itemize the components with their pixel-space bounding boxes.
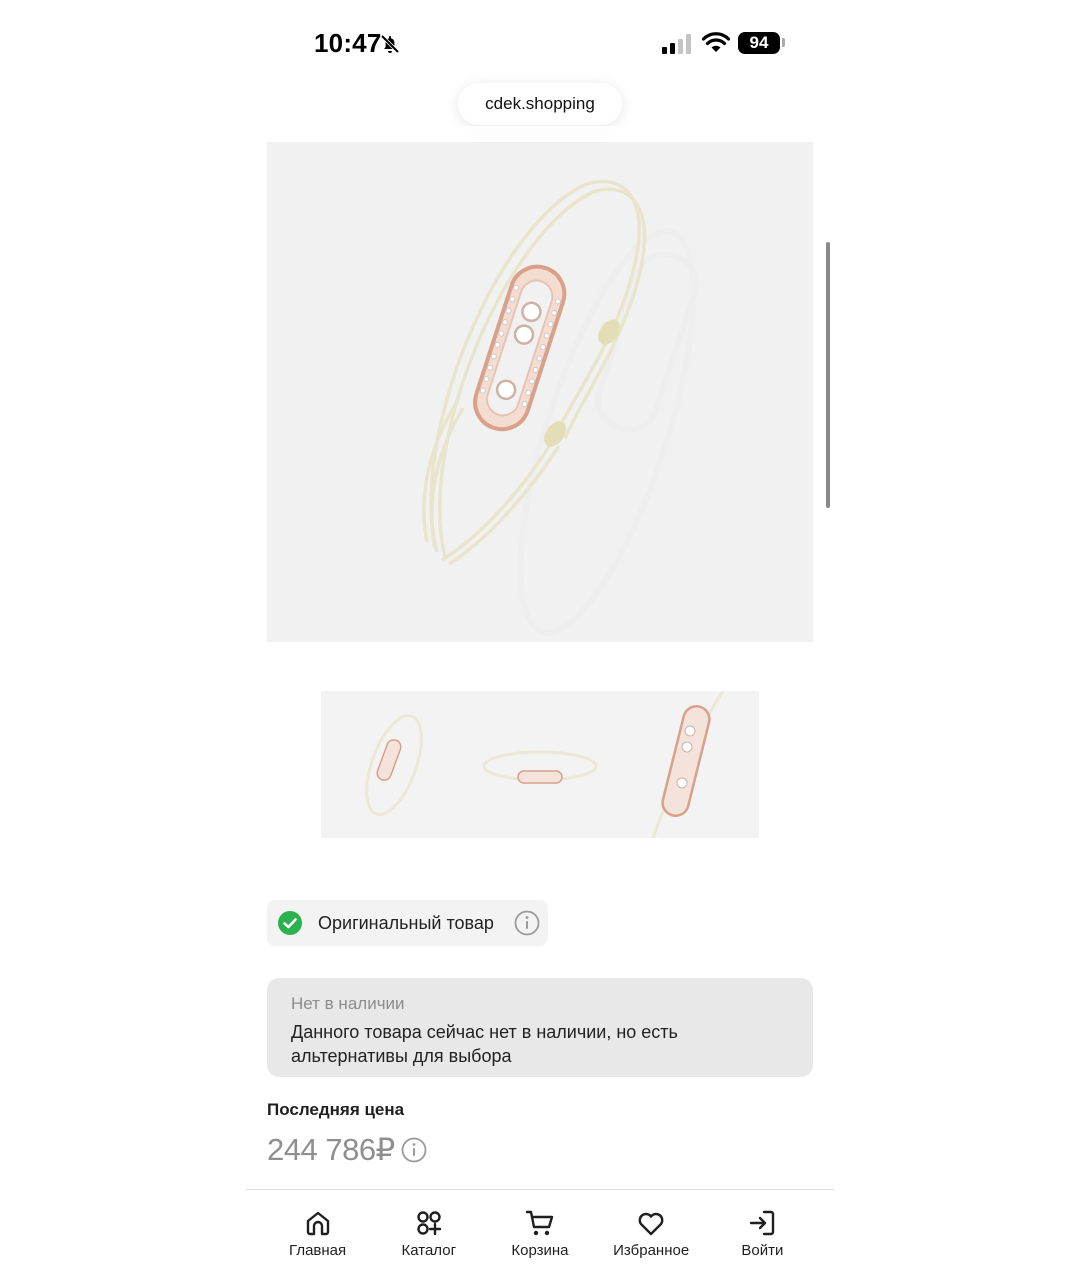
thumbnail-strip: [321, 690, 759, 839]
original-product-badge: Оригинальный товар: [267, 900, 548, 946]
cart-icon: [525, 1210, 554, 1236]
home-icon: [306, 1211, 329, 1236]
url-text: cdek.shopping: [485, 94, 595, 113]
bell-off-icon: [380, 34, 400, 54]
heart-icon: [638, 1212, 664, 1236]
nav-label-home: Главная: [289, 1242, 347, 1259]
nav-label-login: Войти: [741, 1242, 784, 1259]
bracelet-thumb-1: [365, 714, 423, 816]
thumbnail-1[interactable]: [321, 691, 467, 838]
nav-item-favorites[interactable]: Избранное: [601, 1208, 701, 1280]
nav-item-login[interactable]: Войти: [712, 1208, 812, 1280]
wifi-icon: [702, 32, 730, 52]
price-info-icon[interactable]: [401, 1137, 427, 1163]
nav-label-catalog: Каталог: [401, 1242, 457, 1259]
stock-status-title: Нет в наличии: [291, 994, 405, 1013]
catalog-icon: [417, 1211, 441, 1236]
stock-status-description: Данного товара сейчас нет в наличии, но …: [291, 1022, 678, 1066]
login-icon: [750, 1210, 775, 1236]
nav-item-cart[interactable]: Корзина: [490, 1208, 590, 1280]
battery-tip: [782, 38, 785, 47]
status-time: 10:47: [314, 28, 382, 58]
bracelet-thumb-3: [651, 690, 725, 839]
url-bar[interactable]: cdek.shopping: [458, 83, 622, 125]
product-price: 244 786₽: [267, 1132, 395, 1167]
scrollbar[interactable]: [826, 242, 830, 508]
battery-level: 94: [749, 33, 769, 52]
stock-notice: Нет в наличии Данного товара сейчас нет …: [267, 978, 813, 1077]
product-content[interactable]: Оригинальный товар Нет в наличии Данного…: [246, 140, 834, 1190]
bottom-nav: Главная Каталог Корзина Избранное Войти: [246, 1190, 834, 1280]
thumbnail-2[interactable]: [467, 691, 613, 838]
nav-label-cart: Корзина: [511, 1242, 569, 1259]
original-product-label: Оригинальный товар: [318, 913, 494, 933]
nav-item-home[interactable]: Главная: [268, 1208, 368, 1280]
status-bar: 10:47 94: [246, 0, 834, 84]
signal-icon: [662, 34, 691, 54]
bracelet-photo: [422, 179, 700, 636]
product-main-image[interactable]: [267, 142, 813, 642]
last-price-label: Последняя цена: [267, 1100, 405, 1119]
nav-label-favorites: Избранное: [613, 1242, 690, 1259]
battery-icon: 94: [738, 32, 780, 54]
thumbnail-3[interactable]: [613, 690, 759, 839]
check-circle-icon: [278, 911, 302, 935]
info-icon[interactable]: [514, 910, 540, 936]
bracelet-thumb-2: [482, 750, 598, 784]
nav-item-catalog[interactable]: Каталог: [379, 1208, 479, 1280]
